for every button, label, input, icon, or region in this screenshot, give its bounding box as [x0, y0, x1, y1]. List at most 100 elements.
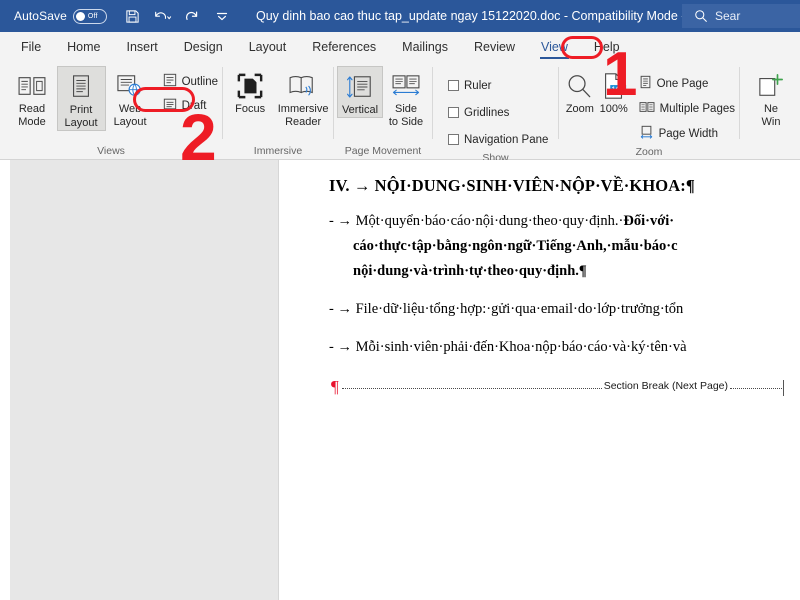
ruler-label: Ruler [464, 80, 491, 92]
paragraph-1-line-2: cáo·thực·tập·bằng·ngôn·ngữ·Tiếng·Anh,·mẫ… [329, 234, 800, 259]
ribbon-group-immersive: Focus Immersive Reader Immersive [223, 62, 333, 159]
zoom-100-percent-icon: 100 [600, 69, 628, 103]
autosave-toggle-knob [76, 12, 85, 21]
side-to-side-icon [391, 69, 421, 103]
read-mode-button[interactable]: Read Mode [8, 66, 57, 129]
vertical-button[interactable]: Vertical [337, 66, 383, 118]
tab-view[interactable]: View [528, 32, 581, 62]
svg-text:100: 100 [611, 85, 625, 95]
ribbon-group-page-movement: Vertical Side to Side Page Movement [334, 62, 432, 159]
autosave-toggle[interactable]: Off [73, 9, 107, 24]
ribbon-tab-strip: File Home Insert Design Layout Reference… [0, 32, 800, 62]
autosave-control[interactable]: AutoSave Off [14, 9, 107, 24]
web-layout-label-line1: Web [119, 103, 141, 116]
print-layout-button[interactable]: Print Layout [57, 66, 106, 131]
immersive-reader-button[interactable]: Immersive Reader [273, 66, 333, 129]
zoom-group-label: Zoom [559, 144, 739, 160]
document-area: IV. → NỘI·DUNG·SINH·VIÊN·NỘP·VỀ·KHOA:¶ -… [0, 160, 800, 600]
ribbon-group-window: Ne Win [740, 62, 796, 159]
outline-icon [163, 73, 177, 90]
tab-references[interactable]: References [299, 32, 389, 62]
multiple-pages-icon [639, 100, 655, 117]
tab-help[interactable]: Help [581, 32, 633, 62]
outline-button[interactable]: Outline [159, 71, 222, 92]
side-to-side-button[interactable]: Side to Side [383, 66, 429, 129]
zoom-button[interactable]: Zoom [563, 66, 597, 116]
print-layout-label-line1: Print [70, 104, 93, 117]
read-mode-label-line1: Read [19, 103, 45, 116]
draft-button[interactable]: Draft [159, 95, 222, 116]
vertical-scroll-icon [346, 70, 374, 104]
zoom-100-label: 100% [600, 103, 628, 116]
one-page-button[interactable]: One Page [635, 73, 739, 94]
section-break-dotted-line-left [342, 388, 602, 389]
tab-review[interactable]: Review [461, 32, 528, 62]
tab-insert[interactable]: Insert [114, 32, 171, 62]
tab-mailings[interactable]: Mailings [389, 32, 461, 62]
tab-home[interactable]: Home [54, 32, 113, 62]
ruler-checkbox-row[interactable]: Ruler [444, 75, 552, 96]
zoom-magnifier-icon [566, 69, 593, 103]
document-paragraph-3: - → Mỗi·sinh·viên·phải·đến·Khoa·nộp·báo·… [329, 335, 800, 360]
section-break-marker: ¶ Section Break (Next Page) [329, 380, 784, 398]
draft-icon [163, 97, 177, 114]
ribbon-group-zoom: Zoom 100 100% One Page [559, 62, 739, 159]
save-icon[interactable] [123, 7, 142, 26]
document-paragraph-2: - → File·dữ·liệu·tổng·hợp:·gửi·qua·email… [329, 297, 800, 322]
gridlines-checkbox-row[interactable]: Gridlines [444, 102, 552, 123]
focus-button[interactable]: Focus [227, 66, 273, 116]
document-paragraph-1: - → Một·quyển·báo·cáo·nội·dung·theo·quy·… [329, 209, 800, 284]
immersive-reader-label-line2: Reader [285, 116, 321, 129]
search-placeholder-text: Sear [715, 9, 740, 23]
print-layout-label-line2: Layout [65, 117, 98, 130]
outline-label: Outline [182, 76, 218, 88]
undo-icon[interactable] [153, 7, 172, 26]
navigation-pane-label: Navigation Pane [464, 134, 548, 146]
paragraph-1-line-1-plain: - → Một·quyển·báo·cáo·nội·dung·theo·quy·… [329, 213, 623, 229]
views-group-label: Views [0, 143, 222, 159]
one-page-icon [639, 75, 652, 92]
customize-quick-access-toolbar-icon[interactable] [213, 7, 232, 26]
document-title: Quy dinh bao cao thuc tap_update ngay 15… [256, 0, 719, 32]
autosave-state-label: Off [88, 13, 98, 20]
navigation-pane-checkbox-row[interactable]: Navigation Pane [444, 129, 552, 150]
zoom-100-button[interactable]: 100 100% [597, 66, 631, 116]
navigation-pane-checkbox[interactable] [448, 134, 459, 145]
focus-label: Focus [235, 103, 265, 116]
paragraph-1-line-3: nội·dung·và·trình·tự·theo·quy·định.¶ [329, 259, 800, 284]
ruler-checkbox[interactable] [448, 80, 459, 91]
new-window-button[interactable]: Ne Win [746, 66, 796, 129]
section-break-label: Section Break (Next Page) [604, 380, 728, 392]
new-window-icon [757, 69, 785, 103]
search-box[interactable]: Sear [682, 4, 800, 28]
ribbon-group-show: Ruler Gridlines Navigation Pane Show [433, 62, 558, 159]
page-gutter-left [10, 160, 278, 600]
tab-file[interactable]: File [8, 32, 54, 62]
one-page-label: One Page [657, 78, 709, 90]
gridlines-checkbox[interactable] [448, 107, 459, 118]
side-to-side-label-line2: to Side [389, 116, 423, 129]
redo-icon[interactable] [183, 7, 202, 26]
tab-design[interactable]: Design [171, 32, 236, 62]
page-width-label: Page Width [659, 128, 718, 140]
print-layout-icon [69, 70, 93, 104]
web-layout-button[interactable]: Web Layout [106, 66, 155, 129]
page-movement-group-label: Page Movement [334, 143, 432, 159]
gridlines-label: Gridlines [464, 107, 509, 119]
autosave-label: AutoSave [14, 9, 67, 23]
vertical-label: Vertical [342, 104, 378, 117]
new-window-label-line2: Win [762, 116, 781, 129]
document-heading: IV. → NỘI·DUNG·SINH·VIÊN·NỘP·VỀ·KHOA:¶ [329, 176, 800, 196]
title-bar: AutoSave Off Quy dinh bao cao thuc tap_u… [0, 0, 800, 32]
document-page[interactable]: IV. → NỘI·DUNG·SINH·VIÊN·NỘP·VỀ·KHOA:¶ -… [278, 160, 800, 600]
tab-layout[interactable]: Layout [236, 32, 300, 62]
multiple-pages-button[interactable]: Multiple Pages [635, 98, 739, 119]
zoom-label: Zoom [566, 103, 594, 116]
read-mode-label-line2: Mode [18, 116, 46, 129]
page-width-button[interactable]: Page Width [635, 123, 739, 144]
window-group-label [740, 143, 796, 159]
immersive-group-label: Immersive [223, 143, 333, 159]
new-window-label-line1: Ne [764, 103, 778, 116]
web-layout-icon [115, 69, 145, 103]
ribbon-group-views: Read Mode Print Layout Web Layout [0, 62, 222, 159]
